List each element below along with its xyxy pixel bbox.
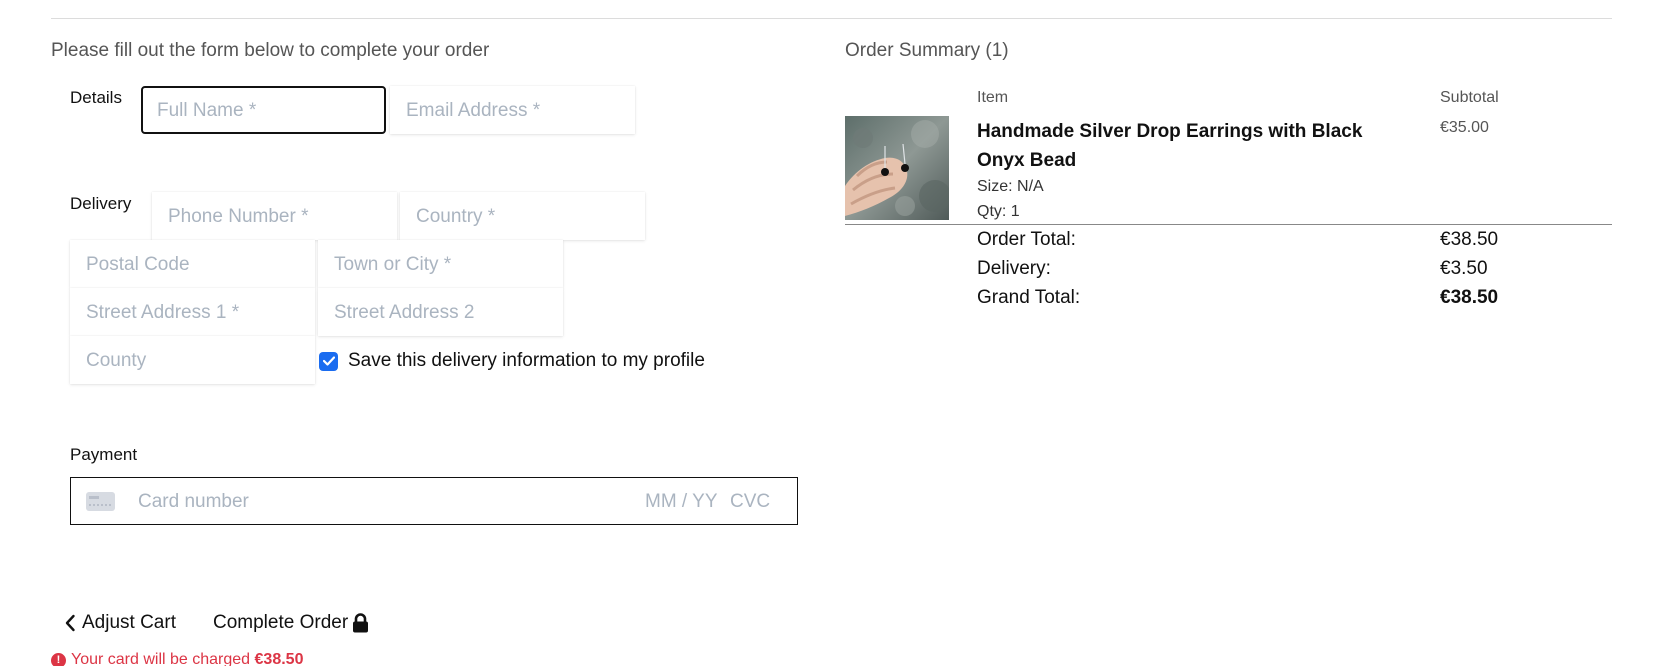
card-element[interactable]: Card number MM / YY CVC — [70, 477, 798, 525]
save-info-checkbox[interactable] — [319, 351, 338, 371]
delivery-legend: Delivery — [70, 194, 132, 213]
grand-total-label: Grand Total: — [977, 287, 1081, 308]
save-info-row[interactable]: Save this delivery information to my pro… — [319, 350, 705, 372]
exclamation-circle-icon: ! — [51, 652, 66, 666]
charge-warning: ! Your card will be charged €38.50 — [51, 651, 303, 666]
email-field[interactable]: Email Address * — [390, 86, 635, 134]
complete-order-label: Complete Order — [213, 612, 349, 633]
order-total-label: Order Total: — [977, 229, 1076, 250]
subtotal-column-header: Subtotal — [1440, 89, 1499, 106]
card-cvc-input[interactable]: CVC — [730, 491, 770, 513]
details-legend: Details — [70, 88, 122, 107]
lock-icon — [353, 613, 369, 633]
product-thumbnail[interactable] — [845, 116, 949, 220]
adjust-cart-button[interactable]: Adjust Cart — [64, 612, 176, 634]
product-name: Handmade Silver Drop Earrings with Black… — [977, 121, 1363, 171]
save-info-label: Save this delivery information to my pro… — [348, 350, 705, 371]
delivery-cost-value: €3.50 — [1440, 258, 1488, 279]
charge-warning-text: Your card will be charged — [71, 651, 251, 666]
top-divider — [51, 18, 1612, 19]
item-column-header: Item — [977, 89, 1009, 106]
credit-card-icon — [86, 492, 115, 511]
card-number-input[interactable]: Card number — [138, 491, 249, 513]
check-icon — [322, 356, 335, 366]
payment-legend: Payment — [70, 445, 138, 464]
order-total-value: €38.50 — [1440, 229, 1499, 250]
order-summary-title: Order Summary (1) — [845, 40, 1009, 61]
product-qty: Qty: 1 — [977, 203, 1020, 220]
grand-total-value: €38.50 — [1440, 287, 1499, 308]
product-subtotal: €35.00 — [1440, 119, 1489, 136]
card-expiry-input[interactable]: MM / YY — [645, 491, 718, 513]
street-address-1-field[interactable]: Street Address 1 * — [70, 288, 315, 336]
country-field[interactable]: Country * — [400, 192, 645, 240]
product-image — [845, 116, 949, 220]
chevron-left-icon — [65, 614, 75, 632]
adjust-cart-label: Adjust Cart — [82, 612, 176, 633]
phone-field[interactable]: Phone Number * — [152, 192, 397, 240]
product-size: Size: N/A — [977, 178, 1044, 195]
county-field[interactable]: County — [70, 336, 315, 384]
summary-divider — [845, 224, 1612, 225]
street-address-2-field[interactable]: Street Address 2 — [318, 288, 563, 336]
full-name-field[interactable]: Full Name * — [141, 86, 386, 134]
town-city-field[interactable]: Town or City * — [318, 240, 563, 288]
form-intro-text: Please fill out the form below to comple… — [51, 40, 490, 61]
delivery-cost-label: Delivery: — [977, 258, 1051, 279]
postal-code-field[interactable]: Postal Code — [70, 240, 315, 288]
charge-warning-amount: €38.50 — [254, 651, 304, 666]
complete-order-button[interactable]: Complete Order — [213, 612, 369, 634]
